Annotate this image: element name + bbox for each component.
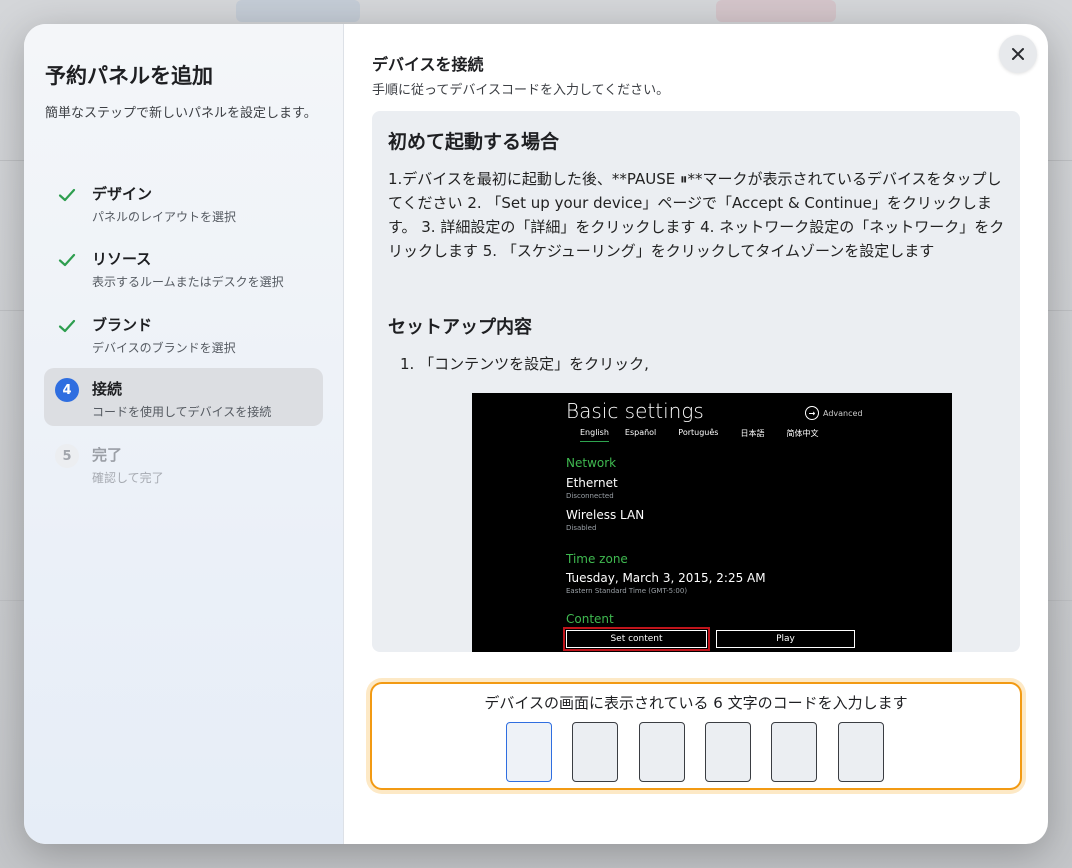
device-settings-screenshot: Basic settings → Advanced English Españo…: [472, 393, 952, 652]
setup-heading: セットアップ内容: [388, 317, 532, 338]
ethernet-status: Disconnected: [566, 492, 614, 500]
datetime-label: Tuesday, March 3, 2015, 2:25 AM: [566, 571, 766, 585]
code-digit-input-6[interactable]: [838, 722, 884, 782]
code-digit-input-3[interactable]: [639, 722, 685, 782]
list-item: 1. 「コンテンツを設定」をクリック,: [400, 355, 649, 373]
close-button[interactable]: [999, 35, 1037, 73]
page-subtitle: 手順に従ってデバイスコードを入力してください。: [372, 83, 670, 98]
step-description: デバイスのブランドを選択: [92, 341, 236, 355]
instructions-panel[interactable]: 初めて起動する場合 1.デバイスを最初に起動した後、**PAUSE ⏸**マーク…: [372, 111, 1020, 652]
step-label: 接続: [92, 380, 123, 398]
main-content: デバイスを接続 手順に従ってデバイスコードを入力してください。 初めて起動する場…: [344, 24, 1048, 844]
instructions-paragraph: 1.デバイスを最初に起動した後、**PAUSE ⏸**マークが表示されているデバ…: [388, 170, 1005, 260]
code-entry-label: デバイスの画面に表示されている 6 文字のコードを入力します: [484, 694, 908, 712]
step-design[interactable]: デザイン パネルのレイアウトを選択: [44, 173, 323, 231]
step-connect[interactable]: 4 接続 コードを使用してデバイスを接続: [44, 368, 323, 426]
step-label: デザイン: [92, 185, 153, 203]
page-title: デバイスを接続: [372, 55, 484, 74]
content-label: Content: [566, 612, 614, 626]
language-tab: Português: [678, 428, 719, 437]
step-resources[interactable]: リソース 表示するルームまたはデスクを選択: [44, 238, 323, 296]
step-brand[interactable]: ブランド デバイスのブランドを選択: [44, 304, 323, 362]
check-icon: [55, 183, 79, 207]
language-tab: 简体中文: [786, 429, 819, 438]
step-description: パネルのレイアウトを選択: [92, 210, 237, 224]
language-tab: Español: [624, 428, 657, 437]
code-digit-input-1[interactable]: [506, 722, 552, 782]
wireless-status: Disabled: [566, 524, 597, 532]
code-digit-input-4[interactable]: [705, 722, 751, 782]
network-label: Network: [566, 456, 617, 470]
step-label: リソース: [92, 250, 152, 268]
background-chip: [236, 0, 360, 22]
wireless-label: Wireless LAN: [566, 508, 645, 522]
step-label: ブランド: [92, 316, 153, 334]
ethernet-label: Ethernet: [566, 476, 618, 490]
step-number-badge: 4: [55, 378, 79, 402]
instructions-heading: 初めて起動する場合: [388, 131, 560, 153]
code-digit-input-2[interactable]: [572, 722, 618, 782]
advanced-link: → Advanced: [805, 406, 863, 420]
language-tab: 日本語: [740, 429, 765, 438]
advanced-label: Advanced: [823, 408, 863, 418]
close-icon: [1012, 48, 1024, 60]
check-icon: [55, 314, 79, 338]
timezone-label: Time zone: [566, 552, 628, 566]
arrow-right-icon: →: [805, 406, 819, 420]
screenshot-title: Basic settings: [566, 399, 704, 423]
sidebar-title: 予約パネルを追加: [45, 64, 213, 88]
step-description: 確認して完了: [92, 471, 164, 485]
sidebar-subtitle: 簡単なステップで新しいパネルを設定します。: [45, 106, 317, 121]
step-complete[interactable]: 5 完了 確認して完了: [44, 434, 323, 492]
language-tabs: English Español Português 日本語 简体中文: [580, 428, 840, 442]
background-chip: [716, 0, 836, 22]
step-description: コードを使用してデバイスを接続: [92, 405, 272, 419]
step-number: 4: [55, 378, 79, 402]
timezone-value: Eastern Standard Time (GMT-5:00): [566, 587, 688, 595]
code-digit-input-5[interactable]: [771, 722, 817, 782]
step-description: 表示するルームまたはデスクを選択: [92, 275, 284, 289]
language-tab: English: [580, 428, 609, 442]
code-entry-box: デバイスの画面に表示されている 6 文字のコードを入力します: [370, 682, 1022, 790]
step-number: 5: [55, 444, 79, 468]
wizard-sidebar: 予約パネルを追加 簡単なステップで新しいパネルを設定します。 デザイン パネルの…: [24, 24, 344, 844]
add-panel-modal: 予約パネルを追加 簡単なステップで新しいパネルを設定します。 デザイン パネルの…: [24, 24, 1048, 844]
set-content-button: Set content: [563, 627, 710, 651]
check-icon: [55, 248, 79, 272]
step-number-badge: 5: [55, 444, 79, 468]
play-button: Play: [716, 630, 855, 648]
step-label: 完了: [92, 446, 123, 464]
